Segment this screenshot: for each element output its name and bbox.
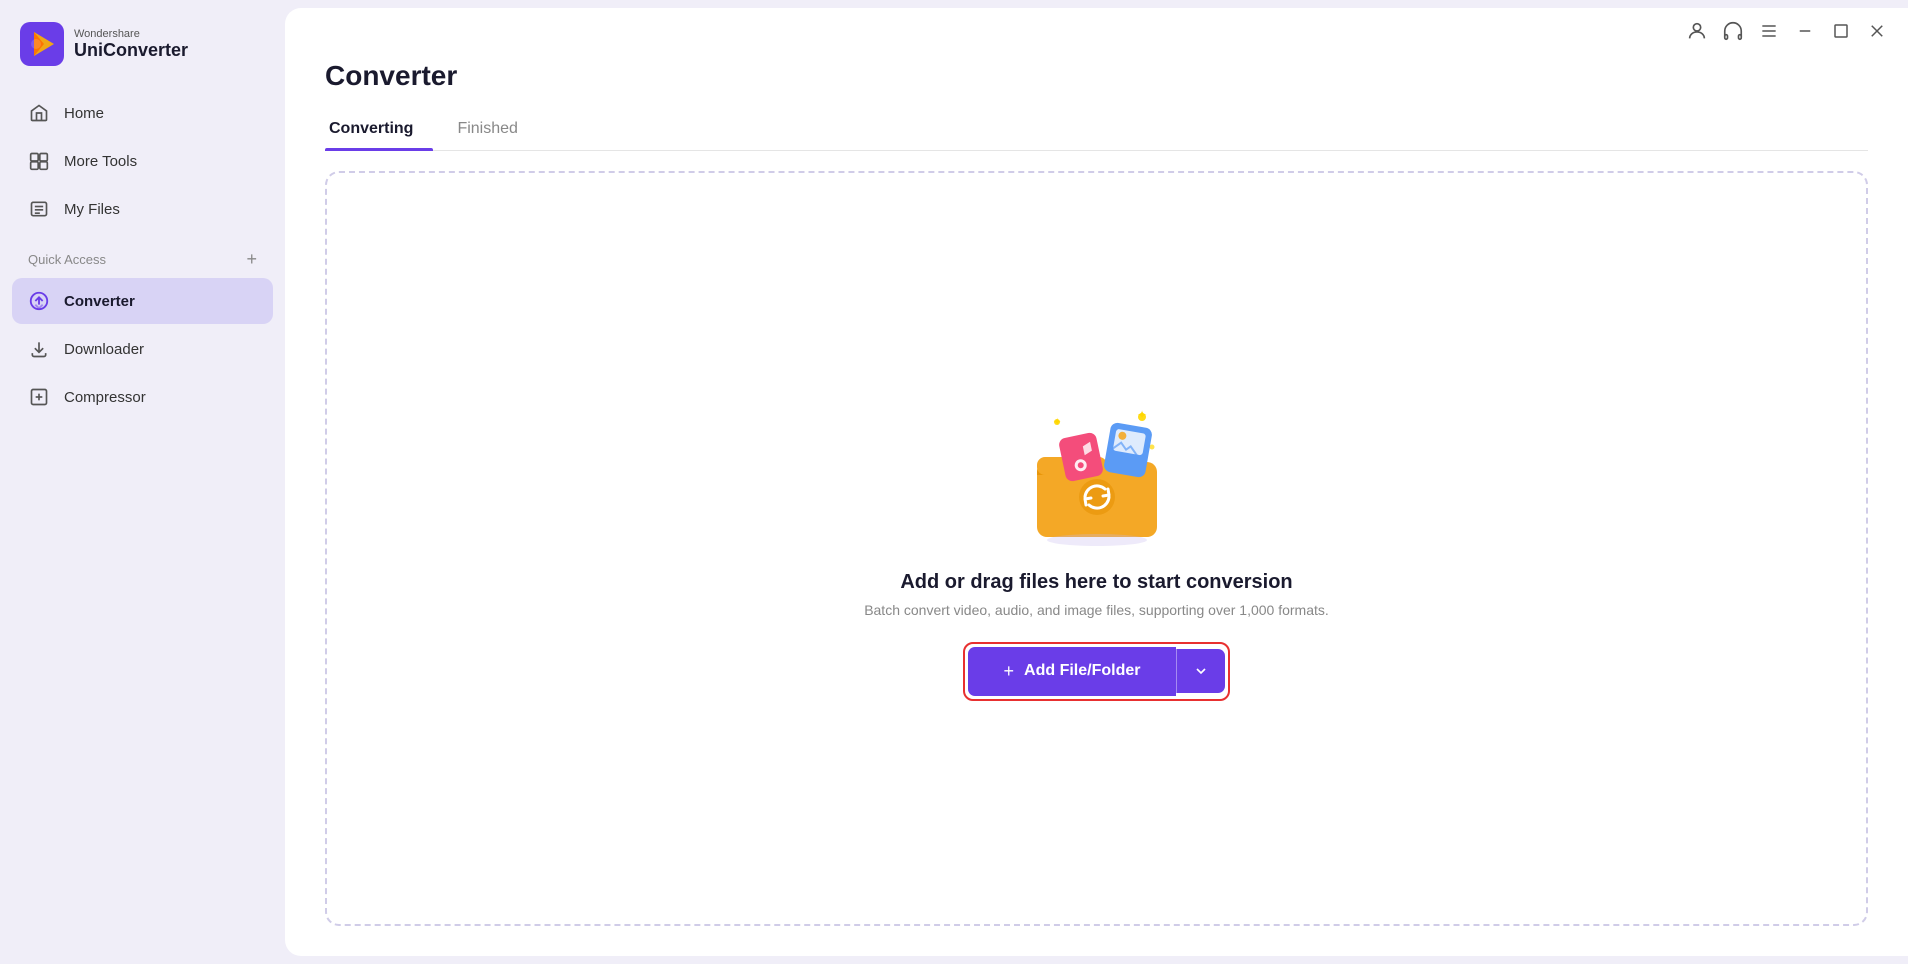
- logo-area: Wondershare UniConverter: [0, 0, 285, 90]
- logo-bottom: UniConverter: [74, 40, 188, 61]
- sidebar-item-compressor[interactable]: Compressor: [12, 374, 273, 420]
- sidebar-item-my-files-label: My Files: [64, 201, 120, 218]
- sidebar-item-more-tools[interactable]: More Tools: [12, 138, 273, 184]
- chevron-down-icon: [1193, 663, 1209, 679]
- title-bar: [285, 8, 1908, 42]
- sidebar-item-more-tools-label: More Tools: [64, 153, 137, 170]
- drop-zone[interactable]: ✦ ✦: [325, 171, 1868, 926]
- logo-top: Wondershare: [74, 28, 188, 40]
- downloader-icon: [28, 338, 50, 360]
- sidebar-item-downloader-label: Downloader: [64, 341, 144, 358]
- sidebar: Wondershare UniConverter Home: [0, 0, 285, 964]
- maximize-icon[interactable]: [1830, 20, 1852, 42]
- title-bar-icons: [1686, 20, 1888, 42]
- sidebar-item-my-files[interactable]: My Files: [12, 186, 273, 232]
- drop-main-text: Add or drag files here to start conversi…: [900, 571, 1292, 594]
- sidebar-item-home[interactable]: Home: [12, 90, 273, 136]
- my-files-icon: [28, 198, 50, 220]
- add-file-label: Add File/Folder: [1024, 662, 1140, 680]
- more-tools-icon: [28, 150, 50, 172]
- sidebar-item-converter[interactable]: Converter: [12, 278, 273, 324]
- quick-access-add-button[interactable]: +: [246, 250, 257, 268]
- converter-icon: [28, 290, 50, 312]
- quick-access-label: Quick Access: [28, 252, 106, 267]
- close-icon[interactable]: [1866, 20, 1888, 42]
- svg-text:✦: ✦: [1137, 408, 1147, 422]
- minimize-icon[interactable]: [1794, 20, 1816, 42]
- tab-converting[interactable]: Converting: [325, 110, 433, 150]
- add-file-button-container: + Add File/Folder: [963, 642, 1231, 701]
- home-icon: [28, 102, 50, 124]
- app-logo-icon: [20, 22, 64, 66]
- compressor-icon: [28, 386, 50, 408]
- drop-illustration: ✦ ✦: [1017, 397, 1177, 547]
- sidebar-item-home-label: Home: [64, 105, 104, 122]
- main-content: Converter Converting Finished ✦ ✦: [285, 8, 1908, 956]
- tab-finished[interactable]: Finished: [453, 110, 537, 150]
- sidebar-nav: Home More Tools: [0, 90, 285, 420]
- page-title: Converter: [325, 60, 1868, 92]
- user-profile-icon[interactable]: [1686, 20, 1708, 42]
- sidebar-item-downloader[interactable]: Downloader: [12, 326, 273, 372]
- headset-icon[interactable]: [1722, 20, 1744, 42]
- add-file-plus-icon: +: [1004, 661, 1015, 682]
- menu-icon[interactable]: [1758, 20, 1780, 42]
- quick-access-section: Quick Access +: [12, 234, 273, 276]
- svg-text:✦: ✦: [1053, 417, 1061, 428]
- sidebar-item-compressor-label: Compressor: [64, 389, 146, 406]
- add-file-dropdown-button[interactable]: [1176, 649, 1225, 693]
- logo-text: Wondershare UniConverter: [74, 28, 188, 61]
- page-header: Converter: [285, 42, 1908, 110]
- sidebar-item-converter-label: Converter: [64, 293, 135, 310]
- tabs: Converting Finished: [325, 110, 1868, 151]
- add-file-button[interactable]: + Add File/Folder: [968, 647, 1177, 696]
- drop-sub-text: Batch convert video, audio, and image fi…: [864, 602, 1329, 618]
